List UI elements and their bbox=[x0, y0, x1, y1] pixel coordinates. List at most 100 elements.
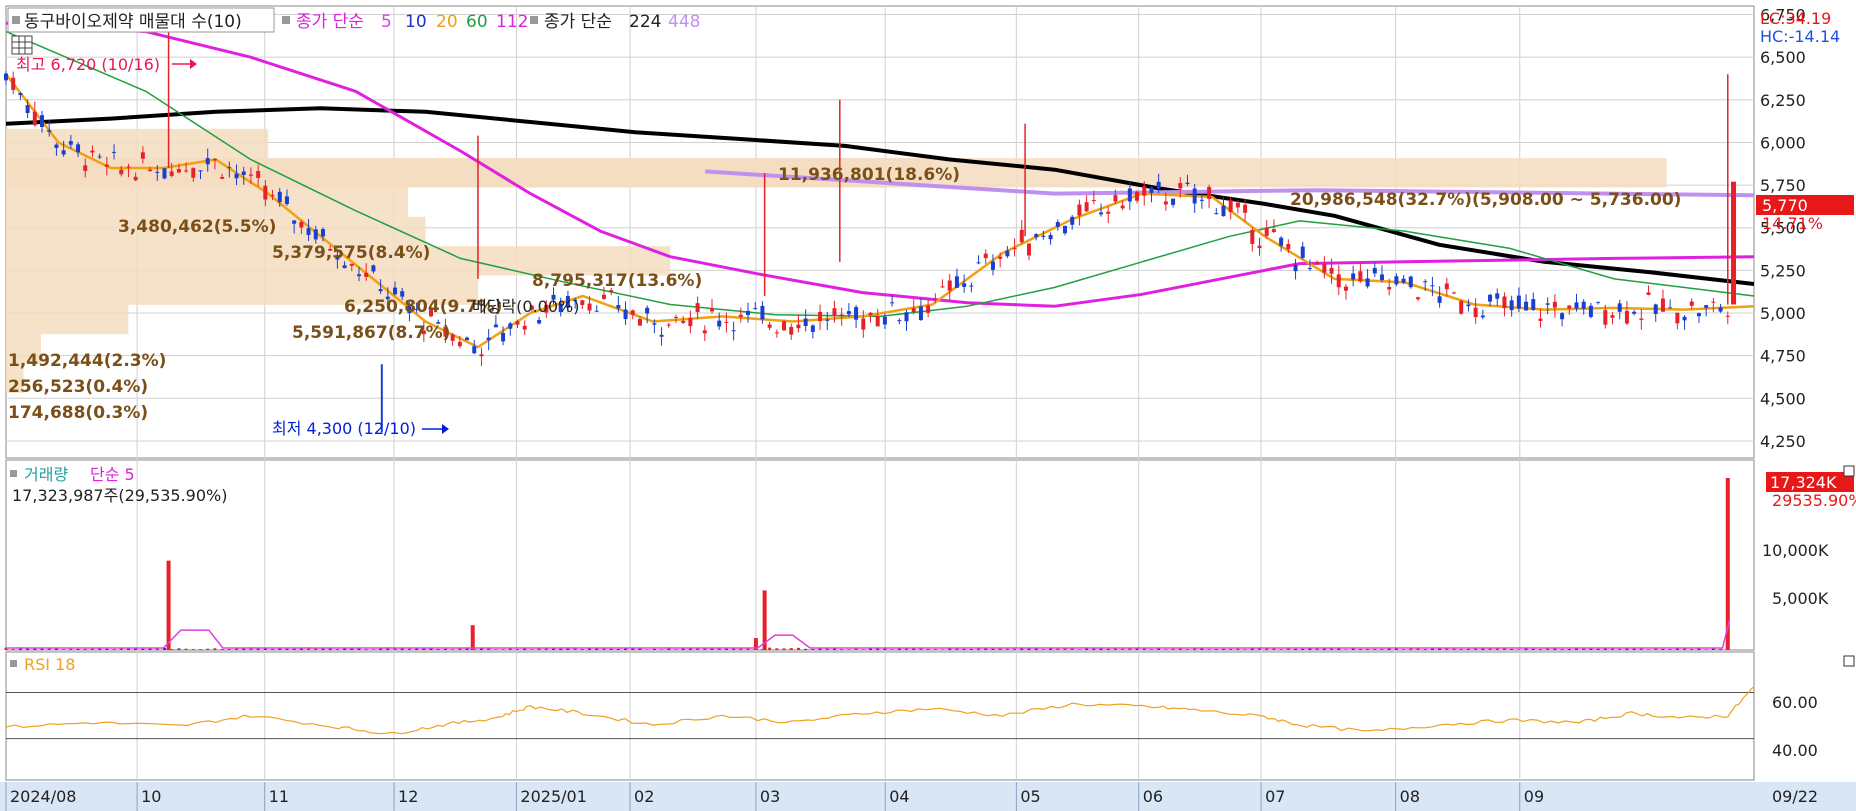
candle-body bbox=[1207, 187, 1212, 199]
volume-bar bbox=[1013, 648, 1017, 650]
candle-body bbox=[731, 330, 736, 332]
volume-profile-label: 1,492,444(2.3%) bbox=[8, 351, 166, 371]
candle-body bbox=[1113, 195, 1118, 202]
candle-body bbox=[227, 167, 232, 169]
candle-body bbox=[1142, 186, 1147, 196]
candle-body bbox=[1711, 301, 1716, 303]
candle-body bbox=[241, 171, 246, 176]
last-candle bbox=[1731, 181, 1737, 305]
candle-body bbox=[868, 312, 873, 316]
candle-body bbox=[1574, 302, 1579, 309]
volume-profile-bar bbox=[6, 187, 409, 217]
candle-body bbox=[911, 308, 916, 313]
candle-body bbox=[234, 173, 239, 179]
candle-body bbox=[1135, 191, 1140, 201]
candle-body bbox=[1466, 304, 1471, 307]
x-axis-label: 10 bbox=[141, 787, 161, 806]
candle-body bbox=[1495, 293, 1500, 299]
stock-chart[interactable]: 6,750 6,500 6,250 6,000 5,750 5,500 5,250 5,000… bbox=[0, 0, 1856, 811]
volume-bar bbox=[1185, 649, 1189, 650]
candle-body bbox=[306, 228, 311, 235]
candle-body bbox=[1063, 225, 1068, 234]
legend-ma224[interactable]: 224 bbox=[629, 12, 661, 32]
legend-ma112[interactable]: 112 bbox=[496, 12, 528, 32]
legend-ma60[interactable]: 60 bbox=[466, 12, 488, 32]
candle-body bbox=[54, 144, 59, 148]
close-icon[interactable] bbox=[1843, 465, 1855, 477]
candle-body bbox=[1444, 283, 1449, 290]
candle-body bbox=[1351, 273, 1356, 280]
candle-body bbox=[580, 300, 585, 305]
candle-body bbox=[68, 141, 73, 145]
volume-bar bbox=[90, 648, 94, 650]
volume-bar bbox=[1618, 648, 1622, 650]
candle-body bbox=[803, 318, 808, 326]
volume-bar bbox=[1459, 649, 1463, 650]
volume-bar bbox=[941, 649, 945, 650]
volume-bar bbox=[1041, 649, 1045, 650]
candle-body bbox=[746, 310, 751, 315]
volume-bar bbox=[804, 648, 808, 650]
x-axis-label: 03 bbox=[760, 787, 780, 806]
legend-ma20[interactable]: 20 bbox=[436, 12, 458, 32]
legend-ma-prefix-1: 종가 단순 bbox=[296, 12, 364, 32]
candle-body bbox=[983, 253, 988, 259]
candle-body bbox=[133, 176, 138, 181]
candle-body bbox=[465, 337, 470, 341]
legend-ma448[interactable]: 448 bbox=[668, 12, 700, 32]
candle-body bbox=[1106, 211, 1111, 214]
volume-bar bbox=[11, 649, 15, 650]
candle-body bbox=[1488, 294, 1493, 302]
candle-body bbox=[472, 346, 477, 354]
volume-bar bbox=[552, 648, 556, 650]
close-icon[interactable] bbox=[1843, 655, 1855, 667]
candle-body bbox=[1524, 301, 1529, 311]
candle-body bbox=[1689, 301, 1694, 306]
candle-body bbox=[1516, 295, 1521, 309]
volume-bar bbox=[782, 648, 786, 650]
volume-bar bbox=[170, 649, 174, 650]
candle-body bbox=[1610, 315, 1615, 318]
volume-bar bbox=[969, 649, 973, 650]
candle-body bbox=[681, 320, 686, 323]
candle-body bbox=[479, 354, 484, 357]
chart-canvas[interactable]: 6,7506,5006,2506,0005,7505,5005,2505,000… bbox=[0, 0, 1856, 811]
candle-body bbox=[990, 261, 995, 270]
candle-body bbox=[1624, 310, 1629, 324]
candle-body bbox=[1091, 200, 1096, 202]
candle-body bbox=[832, 308, 837, 316]
candle-body bbox=[176, 169, 181, 173]
legend-ma10[interactable]: 10 bbox=[405, 12, 427, 32]
candle-body bbox=[191, 168, 196, 178]
candle-body bbox=[1322, 264, 1327, 273]
candle-body bbox=[1704, 305, 1709, 308]
candle-body bbox=[688, 317, 693, 327]
candle-body bbox=[904, 312, 909, 322]
candle-body bbox=[1660, 298, 1665, 312]
candle-body bbox=[652, 323, 657, 325]
x-axis-label: 02 bbox=[634, 787, 654, 806]
volume-bar bbox=[1596, 648, 1600, 650]
volume-bar bbox=[285, 648, 289, 650]
candle-body bbox=[926, 305, 931, 313]
volume-bar bbox=[1171, 648, 1175, 650]
candle-body bbox=[148, 169, 153, 172]
volume-bar bbox=[1207, 649, 1211, 650]
volume-bar bbox=[515, 649, 519, 650]
candle-body bbox=[1127, 188, 1132, 202]
candle-body bbox=[1552, 301, 1557, 308]
volume-bar bbox=[1661, 648, 1665, 650]
legend-ma5[interactable]: 5 bbox=[381, 12, 392, 32]
candle-body bbox=[1480, 315, 1485, 318]
candle-body bbox=[83, 165, 88, 171]
candle-body bbox=[522, 325, 527, 330]
volume-bar bbox=[1668, 649, 1672, 650]
grid-toggle-icon[interactable] bbox=[11, 35, 33, 55]
candle-body bbox=[1668, 307, 1673, 309]
y-tick-label: 5,750 bbox=[1760, 176, 1806, 195]
candle-body bbox=[1307, 267, 1312, 269]
volume-bar bbox=[732, 648, 736, 650]
candle-body bbox=[825, 319, 830, 321]
candle-body bbox=[1653, 304, 1658, 314]
candle-body bbox=[1560, 313, 1565, 320]
